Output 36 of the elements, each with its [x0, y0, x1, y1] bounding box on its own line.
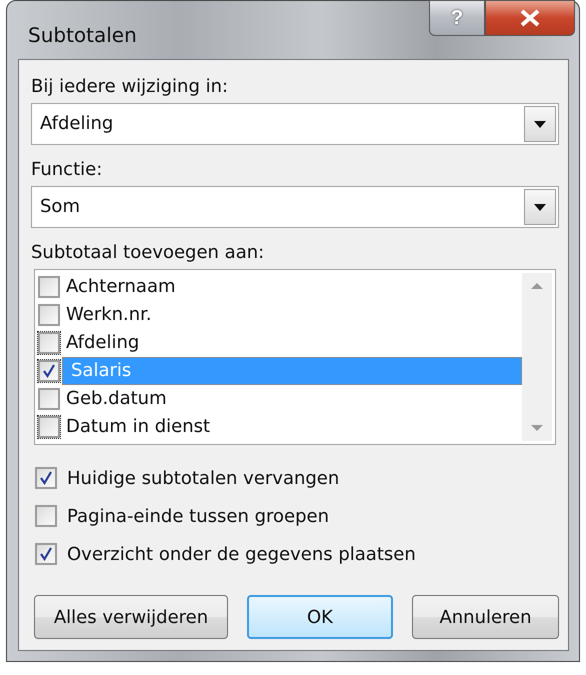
- scroll-down-icon[interactable]: [531, 425, 543, 431]
- checkbox-label[interactable]: Overzicht onder de gegevens plaatsen: [67, 544, 416, 564]
- list-item[interactable]: Geb.datum: [62, 385, 522, 413]
- checkbox[interactable]: [35, 467, 57, 489]
- scroll-up-icon[interactable]: [531, 283, 543, 289]
- checkbox[interactable]: [38, 332, 60, 354]
- dropdown-arrow-icon: [534, 120, 546, 128]
- list-item[interactable]: Datum in dienst: [62, 413, 522, 441]
- checkbox[interactable]: [35, 505, 57, 527]
- dropdown-field[interactable]: Afdeling: [31, 103, 559, 145]
- list-label: Subtotaal toevoegen aan:: [31, 242, 266, 263]
- checkmark-icon: [42, 364, 56, 378]
- checkmark-icon: [39, 547, 53, 561]
- dialog-button[interactable]: OK: [247, 595, 393, 639]
- checkbox[interactable]: [38, 388, 60, 410]
- checkmark-icon: [39, 471, 53, 485]
- checkbox[interactable]: [35, 543, 57, 565]
- dropdown-field[interactable]: Som: [31, 186, 559, 228]
- checkbox[interactable]: [38, 360, 60, 382]
- list-item[interactable]: Afdeling: [62, 329, 522, 357]
- dropdown-arrow-icon: [534, 204, 546, 210]
- dialog-button[interactable]: Alles verwijderen: [34, 595, 228, 639]
- scrollbar[interactable]: [522, 273, 552, 441]
- checkbox[interactable]: [38, 276, 60, 298]
- checkbox[interactable]: [38, 304, 60, 326]
- checkbox-label[interactable]: Huidige subtotalen vervangen: [67, 468, 340, 488]
- field-label: Functie:: [31, 159, 104, 180]
- checkbox[interactable]: [38, 416, 60, 438]
- dialog-button[interactable]: Annuleren: [412, 595, 559, 639]
- close-button[interactable]: [485, 0, 575, 36]
- field-label: Bij iedere wijziging in:: [31, 76, 230, 97]
- list-item[interactable]: Werkn.nr.: [62, 301, 522, 329]
- list-item[interactable]: Achternaam: [62, 273, 522, 301]
- checkbox-label[interactable]: Pagina-einde tussen groepen: [67, 506, 329, 526]
- window-title: Subtotalen: [28, 23, 137, 47]
- close-icon: [519, 9, 541, 27]
